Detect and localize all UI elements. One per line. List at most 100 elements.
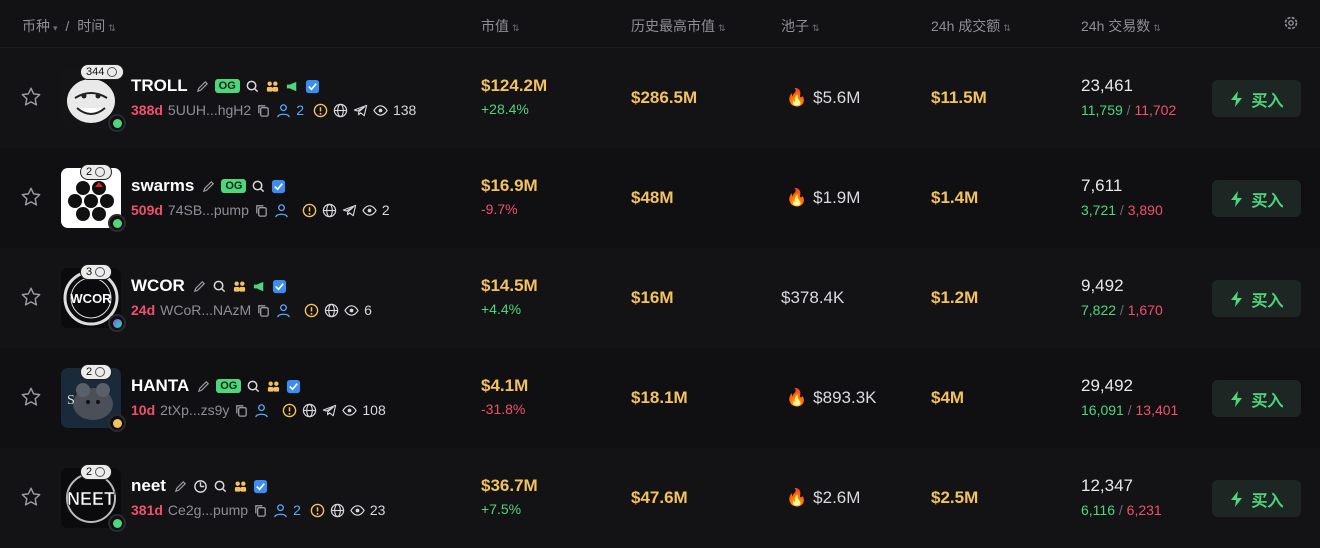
coin-time-header[interactable]: 币种 ▾ / 时间 ⇅ [22,16,116,36]
users-count: 2 [296,102,304,118]
market-cap: $4.1M [481,376,529,395]
token-age: 24d [131,302,156,318]
fire-icon: 🔥 [786,88,808,107]
pencil-icon[interactable] [173,479,188,494]
volume-24h: $2.5M [931,488,979,507]
ath-header[interactable]: 历史最高市值 ⇅ [631,16,726,36]
globe-icon[interactable] [330,503,345,518]
og-badge: OG [216,379,242,393]
buy-label: 买入 [1251,92,1284,110]
copy-icon[interactable] [256,303,271,318]
vol-header[interactable]: 24h 成交额 ⇅ [931,16,1011,36]
globe-icon[interactable] [322,203,337,218]
token-age: 10d [131,402,156,418]
token-address: 2tXp...zs9y [160,402,230,418]
pencil-icon[interactable] [195,79,210,94]
globe-icon[interactable] [302,403,317,418]
star-icon[interactable] [20,486,42,508]
ath-header-label: 历史最高市值 [631,18,715,34]
warning-icon [283,403,297,417]
buy-button[interactable]: 买入 [1212,280,1301,317]
token-name[interactable]: swarms [131,176,194,196]
lightning-icon [1231,290,1243,307]
globe-icon[interactable] [333,103,348,118]
search-icon[interactable] [213,479,228,494]
pool-cell: $378.4K [781,288,844,308]
globe-icon[interactable] [324,303,339,318]
settings-gear-icon[interactable] [1283,15,1299,34]
verified-icon [253,479,268,493]
platform-icon [108,314,126,332]
buy-button[interactable]: 买入 [1212,80,1301,117]
holders-count: 2 [86,466,93,478]
volume-24h: $1.2M [931,288,979,307]
sort-icon: ⇅ [1153,23,1161,33]
table-row[interactable]: 344 TROLL OG 388d 5UUH...hgH2 2 138 $124… [0,48,1320,148]
token-name[interactable]: TROLL [131,76,188,96]
holders-badge: 2 [80,164,113,180]
views-count: 2 [381,202,390,218]
og-badge: OG [221,179,247,193]
sells-count: 1,670 [1127,302,1163,318]
search-icon[interactable] [212,279,227,294]
holders-badge: 2 [80,464,113,480]
fire-icon: 🔥 [786,188,808,207]
sells-count: 13,401 [1135,402,1179,418]
token-name[interactable]: WCOR [131,276,185,296]
price-change: +7.5% [481,501,522,517]
token-address: 5UUH...hgH2 [167,102,252,118]
buy-button[interactable]: 买入 [1212,180,1301,217]
warning-icon [304,303,319,317]
ath-market-cap: $18.1M [631,388,688,407]
copy-icon[interactable] [234,403,249,418]
token-name[interactable]: neet [131,476,166,496]
table-row[interactable]: WCOR 3 WCOR 24d WCoR...NAzM 6 $14.5M +4.… [0,248,1320,348]
search-icon[interactable] [246,379,261,394]
sort-icon: ⇅ [512,23,520,33]
telegram-icon[interactable] [342,203,357,218]
pencil-icon[interactable] [196,379,211,394]
search-icon[interactable] [245,79,260,94]
table-row[interactable]: 2 swarms OG 509d 74SB...pump 2 $16.9M -9… [0,148,1320,248]
txns-header[interactable]: 24h 交易数 ⇅ [1081,16,1161,36]
copy-icon[interactable] [254,203,269,218]
user-icon [277,303,290,317]
token-age: 381d [131,502,163,518]
token-address: WCoR...NAzM [160,302,252,318]
views-count: 138 [392,102,417,118]
pencil-icon[interactable] [192,279,207,294]
buy-label: 买入 [1251,392,1284,410]
buy-button[interactable]: 买入 [1212,380,1301,417]
telegram-icon[interactable] [353,103,368,118]
buy-button[interactable]: 买入 [1212,480,1301,517]
star-icon[interactable] [20,86,42,108]
table-row[interactable]: NEET 2 neet 381d Ce2g...pump 2 23 $36.7M… [0,448,1320,548]
token-name[interactable]: HANTA [131,376,189,396]
verified-icon [287,379,301,393]
platform-icon [108,114,126,132]
telegram-icon[interactable] [322,403,337,418]
txns-24h: 7,611 [1081,176,1123,195]
star-icon[interactable] [20,286,42,308]
star-icon[interactable] [20,186,42,208]
caret-down-icon: ▾ [53,23,58,33]
copy-icon[interactable] [253,503,268,518]
mcap-header[interactable]: 市值 ⇅ [481,16,520,36]
pool-header[interactable]: 池子 ⇅ [781,16,820,36]
svg-text:WCOR: WCOR [70,291,112,306]
volume-24h: $1.4M [931,188,979,207]
time-header-label: 时间 [77,18,106,34]
pool-value: $2.6M [813,488,861,507]
table-row[interactable]: S 2 HANTA OG 10d 2tXp...zs9y 108 $4.1M -… [0,348,1320,448]
mcap-header-label: 市值 [481,18,509,34]
pencil-icon[interactable] [201,179,216,194]
holders-icon [107,67,118,77]
search-icon[interactable] [251,179,266,194]
price-change: -9.7% [481,201,518,217]
lightning-icon [1231,390,1243,407]
star-icon[interactable] [20,386,42,408]
copy-icon[interactable] [256,103,271,118]
eye-icon [342,404,358,416]
price-change: +4.4% [481,301,522,317]
buy-label: 买入 [1251,492,1284,510]
